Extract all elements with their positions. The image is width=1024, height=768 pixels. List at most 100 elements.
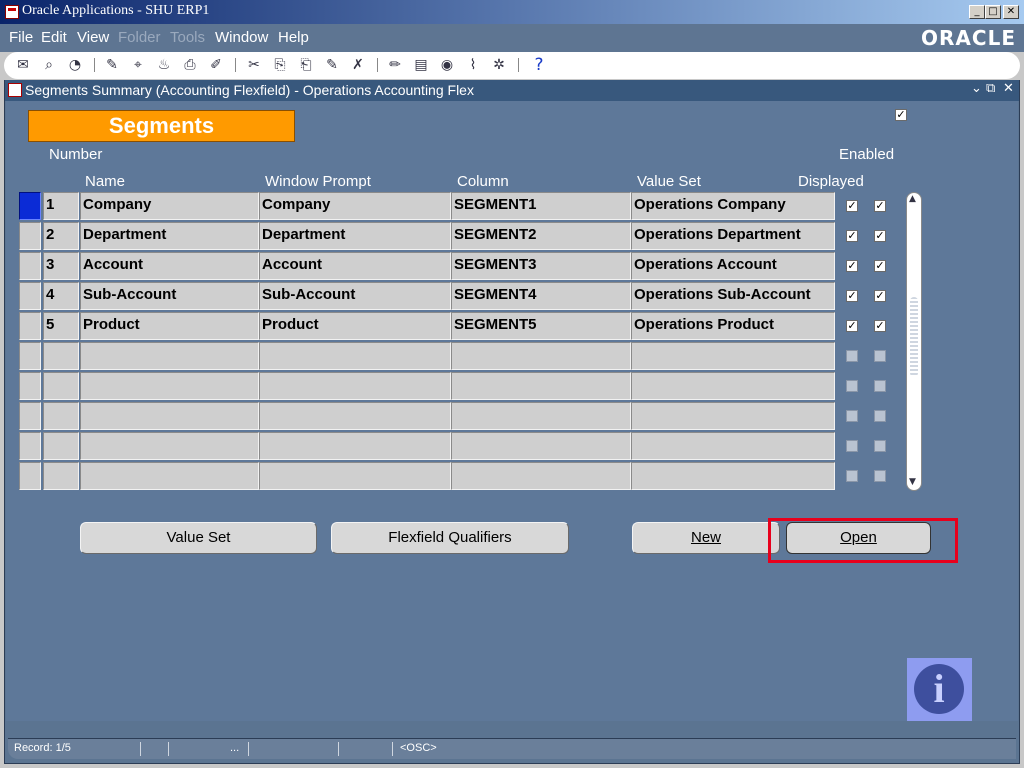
value-set-cell[interactable]: Operations Sub-Account xyxy=(631,282,835,310)
enabled-checkbox[interactable] xyxy=(874,470,886,482)
menu-edit[interactable]: Edit xyxy=(41,29,67,46)
scroll-thumb[interactable] xyxy=(910,297,918,377)
window-prompt-cell[interactable] xyxy=(259,342,451,370)
number-cell[interactable]: 3 xyxy=(43,252,79,280)
column-cell[interactable] xyxy=(451,402,631,430)
displayed-checkbox[interactable] xyxy=(846,470,858,482)
displayed-checkbox[interactable]: ✓ xyxy=(846,200,858,212)
flexfield-qualifiers-button[interactable]: Flexfield Qualifiers xyxy=(331,522,569,554)
name-cell[interactable]: Department xyxy=(80,222,259,250)
enabled-checkbox[interactable]: ✓ xyxy=(874,230,886,242)
clear-record-icon[interactable]: ✎ xyxy=(322,55,342,75)
window-prompt-cell[interactable] xyxy=(259,432,451,460)
row-selector[interactable] xyxy=(19,462,41,490)
delete-record-icon[interactable]: ✗ xyxy=(348,55,368,75)
form-minimize-icon[interactable]: ⌄ xyxy=(971,81,982,96)
menu-window[interactable]: Window xyxy=(215,29,268,46)
name-cell[interactable]: Sub-Account xyxy=(80,282,259,310)
row-selector[interactable] xyxy=(19,222,41,250)
number-cell[interactable] xyxy=(43,462,79,490)
displayed-checkbox[interactable] xyxy=(846,440,858,452)
column-cell[interactable]: SEGMENT4 xyxy=(451,282,631,310)
window-prompt-cell[interactable]: Company xyxy=(259,192,451,220)
window-prompt-cell[interactable] xyxy=(259,372,451,400)
window-prompt-cell[interactable]: Product xyxy=(259,312,451,340)
window-prompt-cell[interactable] xyxy=(259,402,451,430)
row-selector[interactable] xyxy=(19,192,41,220)
freeze-checkbox[interactable]: ✓ xyxy=(895,109,907,121)
navigator-icon[interactable]: ◔ xyxy=(65,55,85,75)
value-set-cell[interactable] xyxy=(631,462,835,490)
window-prompt-cell[interactable]: Sub-Account xyxy=(259,282,451,310)
name-cell[interactable]: Product xyxy=(80,312,259,340)
column-cell[interactable]: SEGMENT2 xyxy=(451,222,631,250)
name-cell[interactable] xyxy=(80,402,259,430)
row-selector[interactable] xyxy=(19,312,41,340)
row-selector[interactable] xyxy=(19,402,41,430)
displayed-checkbox[interactable]: ✓ xyxy=(846,260,858,272)
value-set-cell[interactable]: Operations Company xyxy=(631,192,835,220)
scroll-up-icon[interactable]: ▲ xyxy=(909,194,916,204)
translations-icon[interactable]: ◉ xyxy=(437,55,457,75)
number-cell[interactable]: 5 xyxy=(43,312,79,340)
enabled-checkbox[interactable] xyxy=(874,350,886,362)
number-cell[interactable]: 1 xyxy=(43,192,79,220)
enabled-checkbox[interactable] xyxy=(874,410,886,422)
enabled-checkbox[interactable]: ✓ xyxy=(874,320,886,332)
menu-file[interactable]: File xyxy=(9,29,33,46)
value-set-cell[interactable]: Operations Account xyxy=(631,252,835,280)
name-cell[interactable]: Account xyxy=(80,252,259,280)
number-cell[interactable] xyxy=(43,342,79,370)
enabled-checkbox[interactable] xyxy=(874,380,886,392)
column-cell[interactable]: SEGMENT5 xyxy=(451,312,631,340)
displayed-checkbox[interactable] xyxy=(846,380,858,392)
switch-responsibility-icon[interactable]: ♨ xyxy=(154,55,174,75)
value-set-cell[interactable]: Operations Product xyxy=(631,312,835,340)
paste-icon[interactable]: ⎗ xyxy=(296,55,316,75)
column-cell[interactable] xyxy=(451,462,631,490)
column-cell[interactable] xyxy=(451,432,631,460)
window-prompt-cell[interactable] xyxy=(259,462,451,490)
enabled-checkbox[interactable]: ✓ xyxy=(874,260,886,272)
number-cell[interactable]: 2 xyxy=(43,222,79,250)
row-selector[interactable] xyxy=(19,282,41,310)
row-selector[interactable] xyxy=(19,372,41,400)
save-icon[interactable]: ✎ xyxy=(102,55,122,75)
help-icon[interactable]: ? xyxy=(529,55,549,75)
name-cell[interactable]: Company xyxy=(80,192,259,220)
value-set-cell[interactable]: Operations Department xyxy=(631,222,835,250)
window-prompt-cell[interactable]: Department xyxy=(259,222,451,250)
displayed-checkbox[interactable] xyxy=(846,410,858,422)
number-cell[interactable] xyxy=(43,432,79,460)
print-icon[interactable]: ⎙ xyxy=(180,55,200,75)
displayed-checkbox[interactable]: ✓ xyxy=(846,230,858,242)
close-form-icon[interactable]: ✐ xyxy=(206,55,226,75)
column-cell[interactable]: SEGMENT1 xyxy=(451,192,631,220)
name-cell[interactable] xyxy=(80,342,259,370)
enabled-checkbox[interactable]: ✓ xyxy=(874,200,886,212)
row-selector[interactable] xyxy=(19,252,41,280)
zoom-icon[interactable]: ▤ xyxy=(411,55,431,75)
minimize-button[interactable]: _ xyxy=(969,5,985,19)
cut-icon[interactable]: ✂ xyxy=(244,55,264,75)
copy-icon[interactable]: ⎘ xyxy=(270,55,290,75)
attachments-icon[interactable]: ⌇ xyxy=(463,55,483,75)
menu-folder[interactable]: Folder xyxy=(118,29,161,46)
displayed-checkbox[interactable]: ✓ xyxy=(846,290,858,302)
column-cell[interactable] xyxy=(451,372,631,400)
value-set-cell[interactable] xyxy=(631,402,835,430)
info-button[interactable]: i xyxy=(907,658,972,721)
scroll-down-icon[interactable]: ▼ xyxy=(909,477,916,487)
row-selector[interactable] xyxy=(19,342,41,370)
enabled-checkbox[interactable]: ✓ xyxy=(874,290,886,302)
next-step-icon[interactable]: ⌖ xyxy=(128,55,148,75)
find-icon[interactable]: ⌕ xyxy=(39,55,59,75)
form-icon[interactable] xyxy=(8,83,22,97)
edit-field-icon[interactable]: ✏ xyxy=(385,55,405,75)
close-button[interactable]: ✕ xyxy=(1003,5,1019,19)
name-cell[interactable] xyxy=(80,462,259,490)
number-cell[interactable] xyxy=(43,372,79,400)
column-cell[interactable]: SEGMENT3 xyxy=(451,252,631,280)
new-icon[interactable]: ✉ xyxy=(13,55,33,75)
new-button[interactable]: New xyxy=(632,522,780,554)
